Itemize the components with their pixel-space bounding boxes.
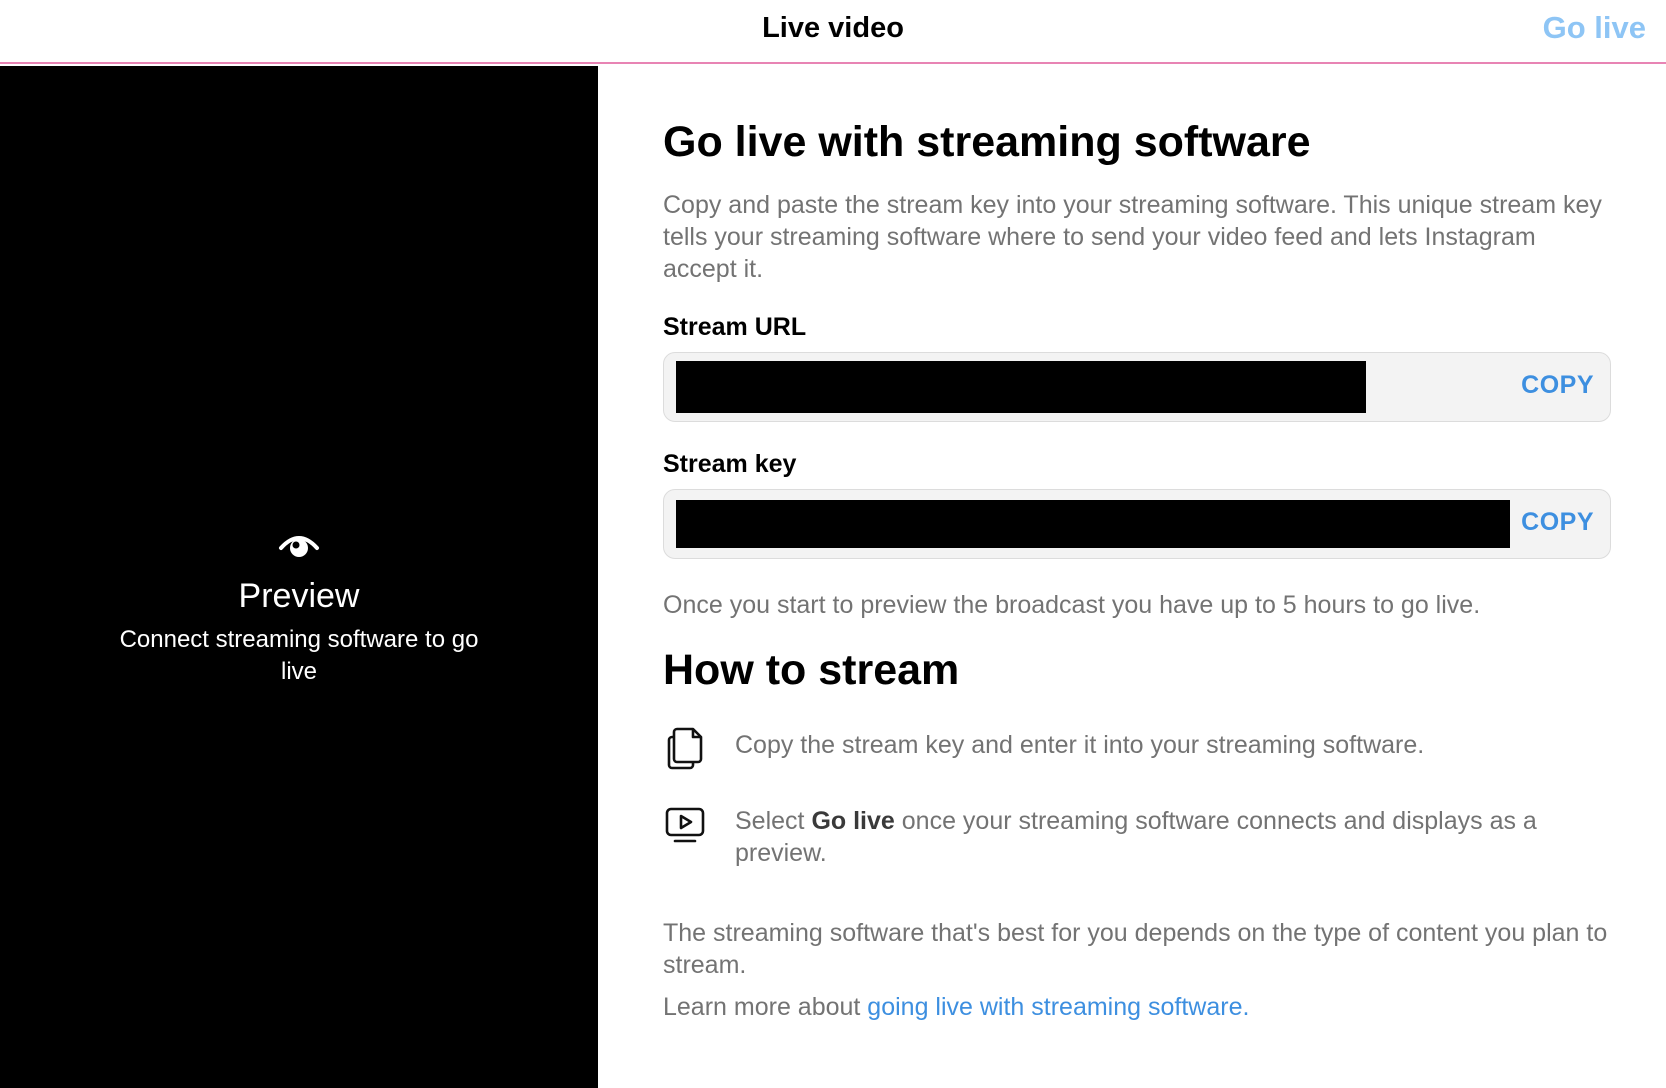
redacted-stream-url: [676, 361, 1366, 413]
copy-documents-icon: [663, 725, 707, 771]
step-copy-key: Copy the stream key and enter it into yo…: [663, 725, 1611, 771]
stream-key-field[interactable]: COPY: [663, 489, 1611, 559]
video-preview-pane: Preview Connect streaming software to go…: [0, 66, 598, 1088]
learn-more: Learn more about going live with streami…: [663, 993, 1250, 1021]
best-software-note: The streaming software that's best for y…: [663, 919, 1608, 979]
streaming-heading: Go live with streaming software: [663, 118, 1311, 166]
preview-subtitle: Connect streaming software to go live: [119, 626, 479, 685]
preview-title: Preview: [238, 577, 360, 615]
step-go-live: Select Go live once your streaming softw…: [663, 801, 1611, 869]
go-live-emphasis: Go live: [811, 807, 895, 835]
go-live-button[interactable]: Go live: [1543, 10, 1646, 46]
how-to-stream-heading: How to stream: [663, 646, 960, 694]
redacted-stream-key: [676, 500, 1510, 548]
copy-stream-key-button[interactable]: COPY: [1521, 508, 1594, 537]
stream-url-field[interactable]: COPY: [663, 352, 1611, 422]
step-go-live-text: Select Go live once your streaming softw…: [735, 807, 1537, 867]
stream-key-description: Copy and paste the stream key into your …: [663, 191, 1602, 283]
page-title: Live video: [762, 12, 904, 44]
stream-key-label: Stream key: [663, 450, 797, 478]
preview-placeholder: Preview Connect streaming software to go…: [0, 526, 598, 688]
step-copy-key-text: Copy the stream key and enter it into yo…: [735, 731, 1425, 759]
eye-icon: [277, 526, 321, 562]
copy-stream-url-button[interactable]: COPY: [1521, 371, 1594, 400]
stream-setup-panel: Go live with streaming software Copy and…: [663, 66, 1611, 1023]
play-screen-icon: [663, 801, 707, 847]
stream-url-label: Stream URL: [663, 313, 807, 341]
learn-more-link[interactable]: going live with streaming software.: [867, 993, 1249, 1021]
top-bar: Live video Go live: [0, 0, 1666, 64]
preview-time-note: Once you start to preview the broadcast …: [663, 591, 1481, 619]
